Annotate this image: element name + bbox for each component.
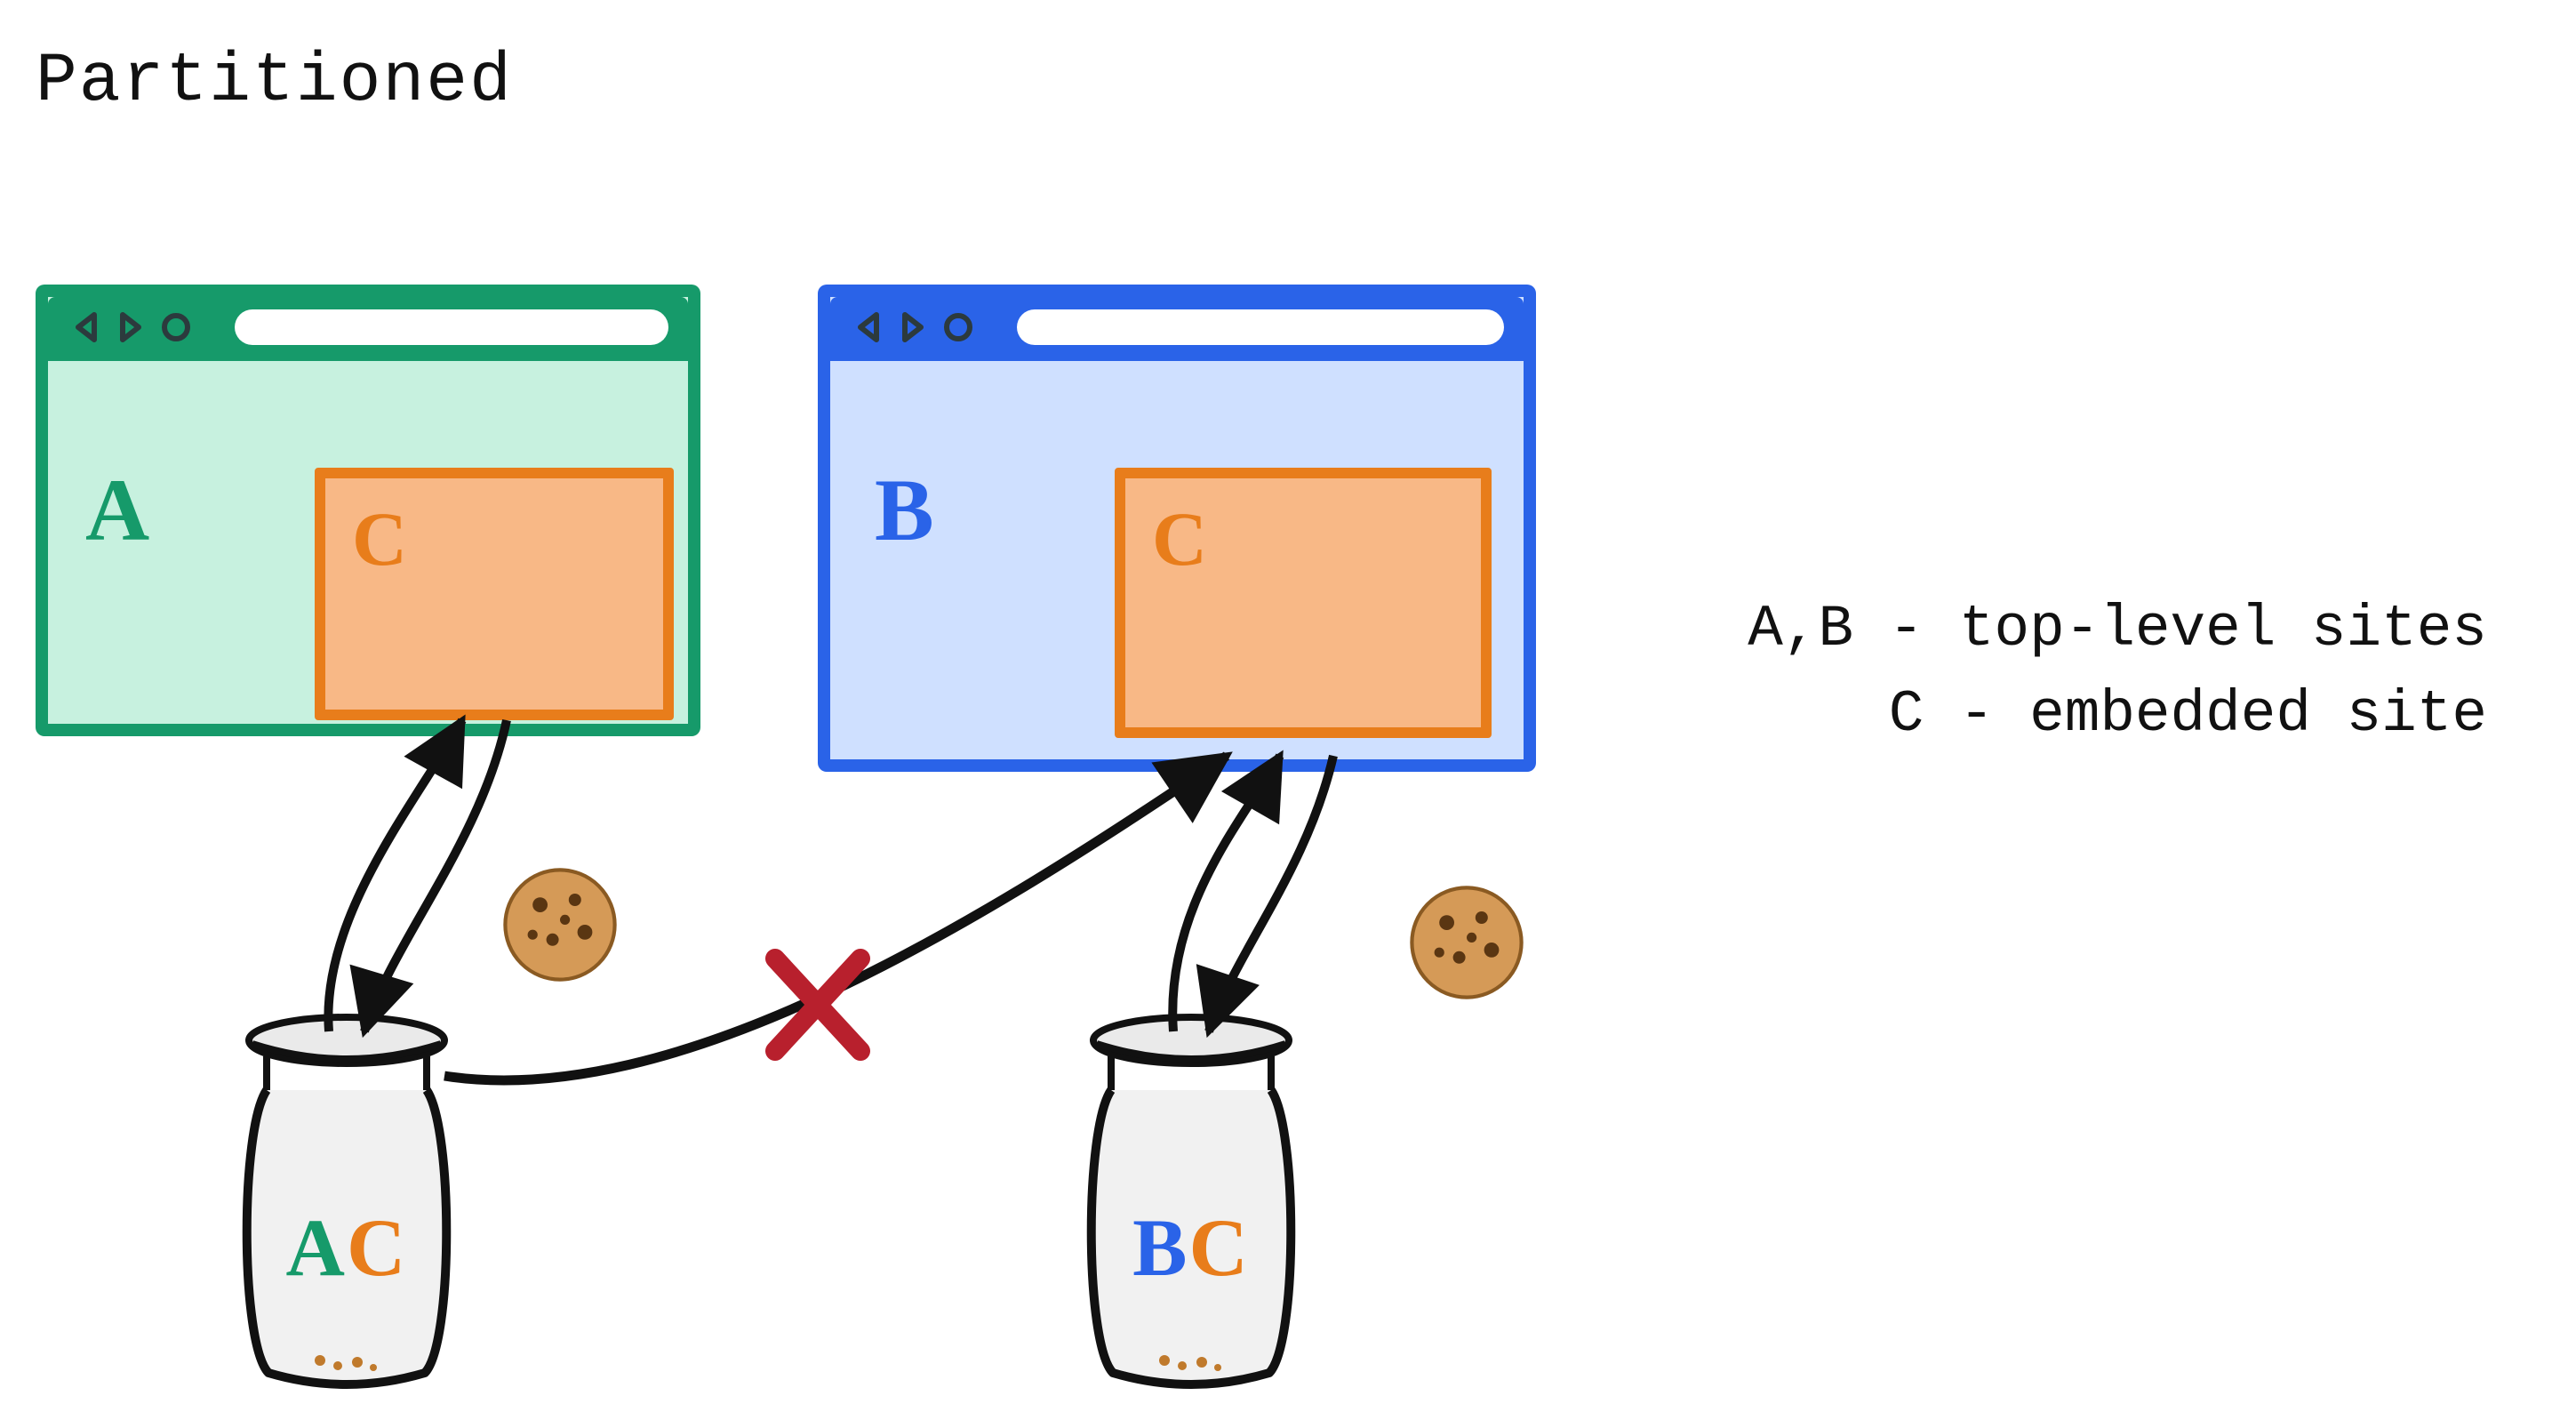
browser-window-b: B C: [818, 285, 1536, 772]
embed-label-c-b: C: [1152, 494, 1207, 583]
cookie-jar-b: BC: [1049, 1005, 1333, 1396]
legend-line-1: A,B - top-level sites: [1748, 596, 2487, 662]
site-label-a: A: [85, 459, 149, 561]
nav-forward-icon: [114, 311, 146, 343]
diagram-title: Partitioned: [36, 43, 513, 121]
nav-reload-icon: [942, 311, 974, 343]
nav-reload-icon: [160, 311, 192, 343]
jar-label-a-part1: A: [286, 1202, 347, 1293]
browser-body-a: A C: [48, 361, 688, 724]
legend: A,B - top-level sites C - embedded site: [1748, 587, 2487, 757]
nav-forward-icon: [896, 311, 928, 343]
jar-label-b-part1: B: [1132, 1202, 1188, 1293]
embed-label-c-a: C: [352, 494, 407, 583]
jar-label-a: AC: [204, 1200, 489, 1295]
cookie-icon: [1404, 880, 1529, 1005]
nav-back-icon: [853, 311, 885, 343]
browser-chrome-a: [48, 297, 688, 361]
browser-body-b: B C: [830, 361, 1524, 759]
browser-window-a: A C: [36, 285, 700, 736]
embedded-frame-c-in-b: C: [1115, 468, 1492, 738]
nav-back-icon: [71, 311, 103, 343]
site-label-b: B: [875, 459, 934, 561]
cookie-jar-a: AC: [204, 1005, 489, 1396]
diagram-stage: Partitioned A C: [0, 0, 2576, 1428]
embedded-frame-c-in-a: C: [315, 468, 674, 720]
url-bar-b: [1017, 309, 1504, 345]
cookie-icon: [498, 862, 622, 987]
jar-label-b: BC: [1049, 1200, 1333, 1295]
legend-line-2: C - embedded site: [1889, 681, 2487, 748]
blocked-x-icon: [764, 943, 871, 1067]
browser-chrome-b: [830, 297, 1524, 361]
url-bar-a: [235, 309, 668, 345]
jar-label-a-part2: C: [347, 1202, 407, 1293]
jar-label-b-part2: C: [1188, 1202, 1249, 1293]
